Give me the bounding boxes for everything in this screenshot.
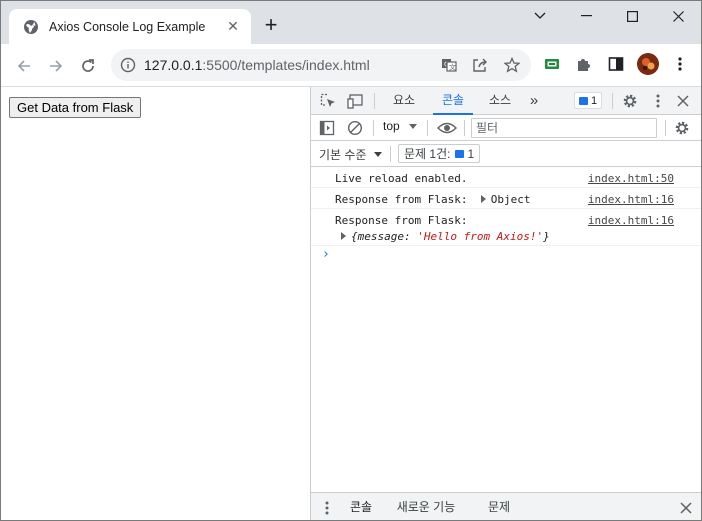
divider	[374, 93, 375, 109]
chevron-down-icon[interactable]	[374, 152, 382, 157]
gear-icon[interactable]	[622, 93, 638, 109]
message-text: Response from Flask:	[335, 214, 468, 227]
console-output: Live reload enabled. index.html:50 Respo…	[311, 167, 701, 492]
issues-label: 문제 1건:	[404, 147, 451, 161]
tab-close-icon[interactable]: ✕	[225, 18, 241, 34]
console-message: Response from Flask: Object index.html:1…	[311, 188, 701, 209]
divider	[665, 120, 666, 136]
avatar[interactable]	[637, 53, 659, 75]
clear-console-icon[interactable]	[347, 120, 363, 136]
browser-tab[interactable]: Axios Console Log Example ✕	[9, 9, 251, 44]
browser-toolbar: 127.0.0.1:5500/templates/index.html G文	[1, 44, 701, 87]
message-text: Live reload enabled.	[335, 172, 468, 185]
console-level-bar: 기본 수준 문제 1건: 1	[311, 141, 701, 167]
object-preview[interactable]: Object	[491, 193, 531, 206]
url-text: 127.0.0.1:5500/templates/index.html	[144, 57, 370, 73]
drawer-tab-issues[interactable]: 문제	[479, 493, 519, 520]
source-link[interactable]: index.html:16	[588, 193, 674, 206]
issues-count: 1	[467, 146, 475, 161]
minimize-button[interactable]	[563, 1, 609, 31]
expand-triangle-icon[interactable]	[341, 232, 346, 240]
tab-strip: Axios Console Log Example ✕ +	[1, 1, 701, 44]
extension-cast-icon[interactable]	[542, 54, 562, 74]
drawer-tab-console[interactable]: 콘솔	[339, 493, 383, 520]
kebab-menu-icon[interactable]	[670, 54, 690, 74]
source-link[interactable]: index.html:50	[588, 172, 674, 185]
issue-icon	[455, 149, 465, 158]
kebab-menu-icon[interactable]	[650, 93, 666, 109]
close-window-button[interactable]	[655, 1, 701, 31]
puzzle-icon[interactable]	[574, 54, 594, 74]
inspect-element-icon[interactable]	[320, 93, 336, 109]
object-preview[interactable]: {message: 'Hello from Axios!'}	[341, 230, 550, 243]
page-viewport: Get Data from Flask	[1, 87, 310, 520]
arrow-right-icon[interactable]	[44, 54, 68, 78]
side-panel-icon[interactable]	[606, 54, 626, 74]
tab-search-icon[interactable]	[517, 1, 563, 31]
arrow-left-icon[interactable]	[12, 54, 36, 78]
object-value: 'Hello from Axios!'	[417, 230, 544, 243]
object-key: message	[357, 230, 404, 243]
divider	[427, 120, 428, 136]
address-bar[interactable]: 127.0.0.1:5500/templates/index.html G文	[111, 49, 531, 81]
console-prompt[interactable]: ›	[322, 247, 330, 262]
kebab-menu-icon[interactable]	[319, 500, 335, 516]
issues-badge-count: 1	[591, 94, 598, 107]
console-settings-gear-icon[interactable]	[674, 120, 690, 136]
svg-text:文: 文	[449, 63, 456, 72]
divider	[373, 120, 374, 136]
chevron-down-icon[interactable]	[409, 124, 417, 129]
more-tabs-button[interactable]: »	[523, 87, 545, 114]
message-label: Response from Flask:	[335, 193, 468, 206]
issues-badge[interactable]: 1	[574, 92, 603, 109]
issues-button[interactable]: 문제 1건: 1	[398, 144, 481, 163]
divider	[390, 146, 391, 162]
globe-icon	[23, 19, 39, 35]
filter-input[interactable]	[471, 118, 657, 138]
close-drawer-icon[interactable]	[678, 500, 694, 516]
device-toolbar-icon[interactable]	[347, 93, 365, 109]
info-icon[interactable]	[120, 57, 136, 73]
divider	[612, 93, 613, 109]
context-select[interactable]: top	[383, 119, 400, 133]
new-tab-button[interactable]: +	[261, 14, 281, 36]
share-icon[interactable]	[472, 57, 488, 73]
tab-console[interactable]: 콘솔	[433, 87, 473, 115]
divider	[464, 120, 465, 136]
close-icon[interactable]	[675, 93, 691, 109]
eye-icon[interactable]	[437, 120, 457, 136]
console-message: Response from Flask: index.html:16 {mess…	[311, 209, 701, 246]
browser-window: Axios Console Log Example ✕ + 127.0.0.1:…	[0, 0, 702, 521]
url-path: :5500/templates/index.html	[202, 57, 370, 73]
tab-sources[interactable]: 소스	[482, 87, 518, 114]
console-filter-bar: top	[311, 115, 701, 141]
message-text: Response from Flask: Object	[335, 193, 530, 206]
tab-title: Axios Console Log Example	[49, 19, 206, 34]
console-prompt-row[interactable]: ›	[311, 246, 701, 268]
issue-icon	[579, 96, 588, 105]
devtools-panel: 요소 콘솔 소스 » 1 top 필터 기본 수준 문제 1건: 1 Live …	[310, 87, 701, 520]
drawer-tab-whats-new[interactable]: 새로운 기능	[391, 493, 461, 520]
url-host: 127.0.0.1	[144, 57, 203, 73]
devtools-tabbar: 요소 콘솔 소스 » 1	[311, 87, 701, 115]
translate-icon[interactable]: G文	[441, 57, 457, 73]
console-message: Live reload enabled. index.html:50	[311, 167, 701, 188]
reload-icon[interactable]	[76, 54, 100, 78]
star-icon[interactable]	[503, 56, 521, 73]
log-levels-dropdown[interactable]: 기본 수준	[319, 146, 367, 163]
sidebar-toggle-icon[interactable]	[319, 120, 335, 136]
tab-elements[interactable]: 요소	[386, 87, 422, 114]
source-link[interactable]: index.html:16	[588, 214, 674, 227]
maximize-button[interactable]	[609, 1, 655, 31]
expand-triangle-icon[interactable]	[480, 195, 486, 203]
devtools-drawer: 콘솔 새로운 기능 문제	[311, 492, 701, 520]
get-data-button[interactable]: Get Data from Flask	[9, 97, 142, 118]
